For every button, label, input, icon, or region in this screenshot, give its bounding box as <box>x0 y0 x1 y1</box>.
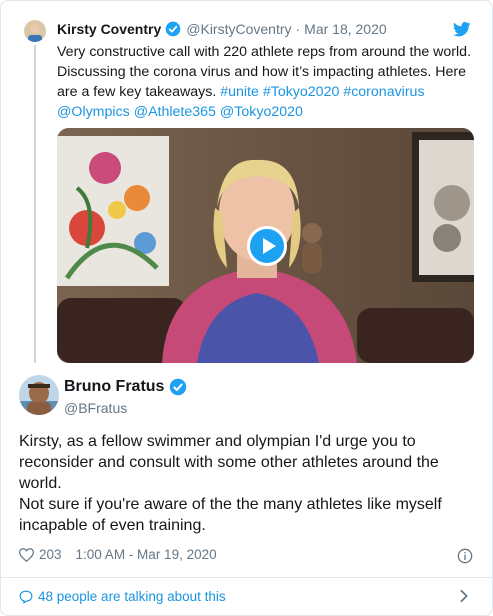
twitter-bird-icon[interactable] <box>453 22 471 37</box>
heart-icon[interactable] <box>19 547 34 562</box>
info-icon[interactable] <box>457 548 473 564</box>
like-count[interactable]: 203 <box>39 547 62 562</box>
embedded-tweet-card: Kirsty Coventry @KirstyCoventry · Mar 18… <box>0 0 493 616</box>
main-author-name[interactable]: Bruno Fratus <box>64 378 164 396</box>
play-button[interactable] <box>247 226 287 266</box>
kirsty-avatar[interactable] <box>24 20 46 42</box>
conversation-link[interactable]: 48 people are talking about this <box>19 589 226 604</box>
verified-badge-icon <box>170 378 187 396</box>
footer-divider <box>1 577 492 578</box>
tweet-paragraph: Kirsty, as a fellow swimmer and olympian… <box>19 433 439 492</box>
mention-link[interactable]: @Athlete365 <box>134 104 216 120</box>
quoted-tweet-text: Very constructive call with 220 athlete … <box>57 42 477 122</box>
tweet-timestamp[interactable]: 1:00 AM - Mar 19, 2020 <box>76 547 217 562</box>
quoted-author-name[interactable]: Kirsty Coventry <box>57 21 161 37</box>
quoted-tweet-header: Kirsty Coventry @KirstyCoventry · Mar 18… <box>57 21 387 37</box>
bruno-avatar[interactable] <box>19 375 59 415</box>
hashtag-link[interactable]: #unite <box>220 84 259 100</box>
quoted-tweet-date[interactable]: Mar 18, 2020 <box>304 21 387 37</box>
video-player[interactable] <box>57 128 474 363</box>
main-tweet-text: Kirsty, as a fellow swimmer and olympian… <box>19 431 479 536</box>
hashtag-link[interactable]: #Tokyo2020 <box>263 84 340 100</box>
comment-bubble-icon <box>19 590 33 603</box>
thread-connector <box>34 45 36 363</box>
chevron-right-icon[interactable] <box>459 589 469 603</box>
mention-link[interactable]: @Tokyo2020 <box>220 104 303 120</box>
main-author-handle[interactable]: @BFratus <box>64 400 127 416</box>
hashtag-link[interactable]: #coronavirus <box>343 84 424 100</box>
header-separator: · <box>295 21 301 37</box>
talking-count-text[interactable]: 48 people are talking about this <box>38 589 226 604</box>
mention-link[interactable]: @Olympics <box>57 104 130 120</box>
tweet-paragraph: Not sure if you're aware of the the many… <box>19 496 442 534</box>
verified-badge-icon <box>165 21 181 37</box>
tweet-meta: 203 1:00 AM - Mar 19, 2020 <box>19 547 217 562</box>
main-author-row: Bruno Fratus <box>64 378 187 396</box>
quoted-author-handle[interactable]: @KirstyCoventry <box>186 21 291 37</box>
